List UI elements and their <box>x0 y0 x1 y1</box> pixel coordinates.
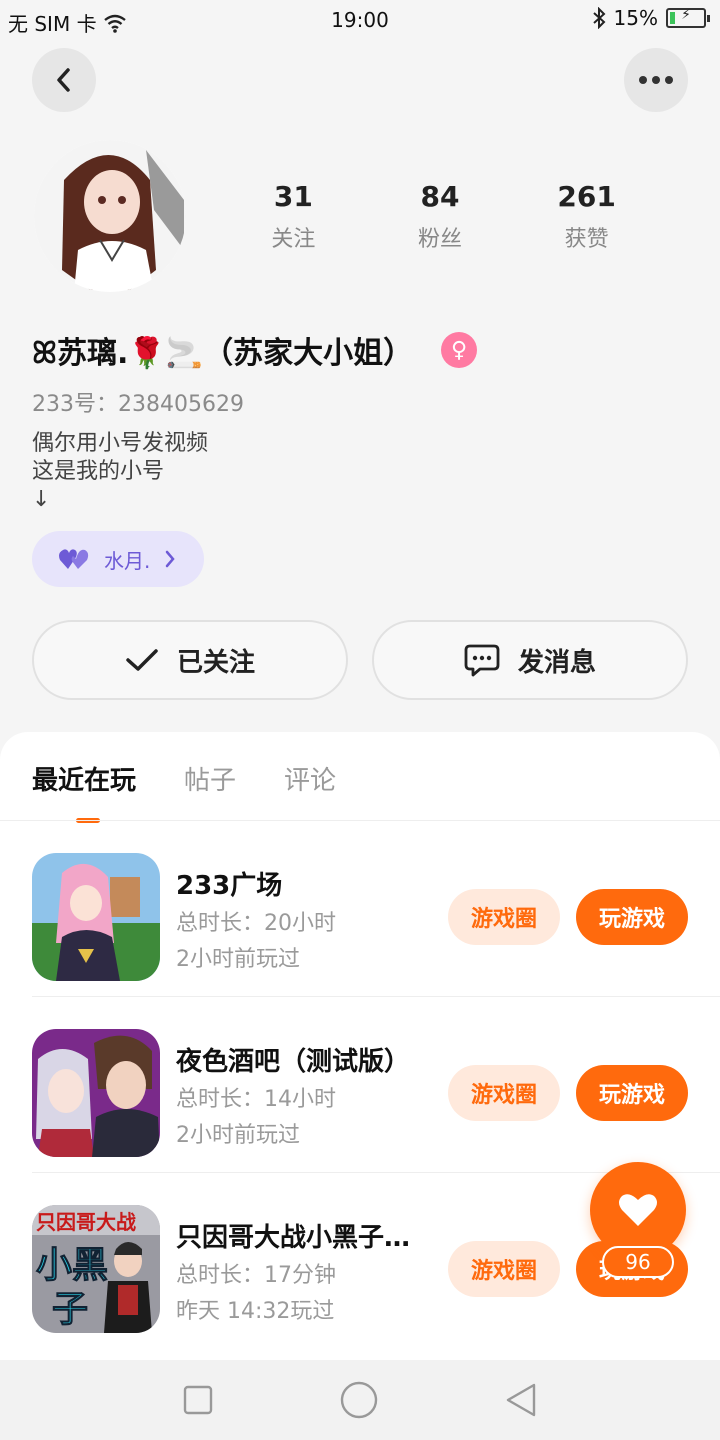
game-icon-text: 子 <box>52 1289 88 1330</box>
game-icon-text: 小黑 <box>36 1245 108 1286</box>
stat-label: 关注 <box>271 227 316 252</box>
profile-stats: 31 关注 84 粉丝 261 获赞 <box>220 180 660 253</box>
bio: 偶尔用小号发视频 这是我的小号 ↓ <box>32 430 208 514</box>
game-circle-button[interactable]: 游戏圈 <box>448 889 560 945</box>
stat-value: 261 <box>557 180 616 213</box>
female-gender-icon: ♀ <box>441 332 478 368</box>
game-title: 夜色酒吧（测试版） <box>176 1047 411 1077</box>
game-icon-image: 只因哥大战 小黑 子 <box>32 1205 160 1333</box>
game-icon-image <box>32 1029 160 1157</box>
tab-recently-played[interactable]: 最近在玩 <box>32 760 136 823</box>
triangle-back-icon[interactable] <box>504 1382 538 1418</box>
game-duration: 总时长：17分钟 <box>176 1263 336 1288</box>
battery-icon: ⚡ <box>666 7 710 28</box>
game-last-played: 2小时前玩过 <box>176 1123 300 1148</box>
tab-comments[interactable]: 评论 <box>284 760 336 797</box>
game-icon[interactable] <box>32 853 160 981</box>
game-duration: 总时长：14小时 <box>176 1087 336 1112</box>
game-title: 只因哥大战小黑子… <box>176 1223 411 1253</box>
favorite-button[interactable] <box>590 1162 686 1258</box>
status-right: 15% ⚡ <box>592 6 710 30</box>
username: ꕤ苏璃.🌹🚬（苏家大小姐） <box>32 336 414 371</box>
bio-line: 偶尔用小号发视频 <box>32 431 209 456</box>
stat-likes[interactable]: 261 获赞 <box>527 180 647 253</box>
back-button[interactable] <box>32 48 96 112</box>
game-icon[interactable] <box>32 1029 160 1157</box>
send-message-button[interactable]: 发消息 <box>372 620 688 700</box>
game-icon[interactable]: 只因哥大战 小黑 子 <box>32 1205 160 1333</box>
square-icon[interactable] <box>182 1384 214 1416</box>
game-circle-button[interactable]: 游戏圈 <box>448 1065 560 1121</box>
send-message-label: 发消息 <box>517 647 596 678</box>
tab-posts[interactable]: 帖子 <box>184 760 236 797</box>
followed-label: 已关注 <box>176 647 255 678</box>
username-row: ꕤ苏璃.🌹🚬（苏家大小姐） ♀ <box>32 328 478 372</box>
charging-bolt-icon: ⚡ <box>681 7 691 23</box>
game-last-played: 昨天 14:32玩过 <box>176 1299 335 1324</box>
double-heart-icon <box>59 549 89 569</box>
game-duration: 总时长：20小时 <box>176 911 336 936</box>
user-id: 233号：238405629 <box>32 392 244 417</box>
followed-button[interactable]: 已关注 <box>32 620 348 700</box>
favorite-count: 96 <box>602 1246 674 1278</box>
game-icon-image <box>32 853 160 981</box>
battery-percent: 15% <box>613 6 658 30</box>
more-dots-icon <box>639 76 673 84</box>
game-circle-button[interactable]: 游戏圈 <box>448 1241 560 1297</box>
tab-bar: 最近在玩 帖子 评论 <box>32 760 336 823</box>
bio-line: ↓ <box>32 487 51 512</box>
chevron-left-icon <box>57 68 70 92</box>
chevron-right-icon <box>166 550 176 568</box>
chat-bubble-icon <box>464 644 500 677</box>
stat-value: 84 <box>420 180 460 213</box>
check-icon <box>126 649 158 671</box>
heart-icon <box>619 1194 657 1226</box>
guild-tag[interactable]: 水月. <box>32 531 205 587</box>
system-nav-bar <box>0 1360 720 1440</box>
stat-followers[interactable]: 84 粉丝 <box>380 180 500 253</box>
bluetooth-icon <box>592 7 605 29</box>
stat-label: 粉丝 <box>417 227 462 252</box>
play-game-button[interactable]: 玩游戏 <box>576 1065 688 1121</box>
avatar[interactable] <box>34 140 186 292</box>
more-button[interactable] <box>624 48 688 112</box>
circle-icon[interactable] <box>339 1380 379 1420</box>
stat-label: 获赞 <box>564 227 609 252</box>
game-item[interactable]: 夜色酒吧（测试版） 总时长：14小时 2小时前玩过 游戏圈 玩游戏 <box>32 997 720 1173</box>
game-last-played: 2小时前玩过 <box>176 947 300 972</box>
play-game-button[interactable]: 玩游戏 <box>576 889 688 945</box>
game-title: 233广场 <box>176 871 283 901</box>
stat-value: 31 <box>273 180 313 213</box>
guild-name: 水月. <box>104 548 151 573</box>
bio-line: 这是我的小号 <box>32 459 165 484</box>
stat-following[interactable]: 31 关注 <box>233 180 353 253</box>
status-bar: 无 SIM 卡 19:00 15% ⚡ <box>0 0 720 40</box>
avatar-image <box>34 140 186 292</box>
game-icon-text: 只因哥大战 <box>36 1210 136 1234</box>
game-item[interactable]: 233广场 总时长：20小时 2小时前玩过 游戏圈 玩游戏 <box>32 821 720 997</box>
